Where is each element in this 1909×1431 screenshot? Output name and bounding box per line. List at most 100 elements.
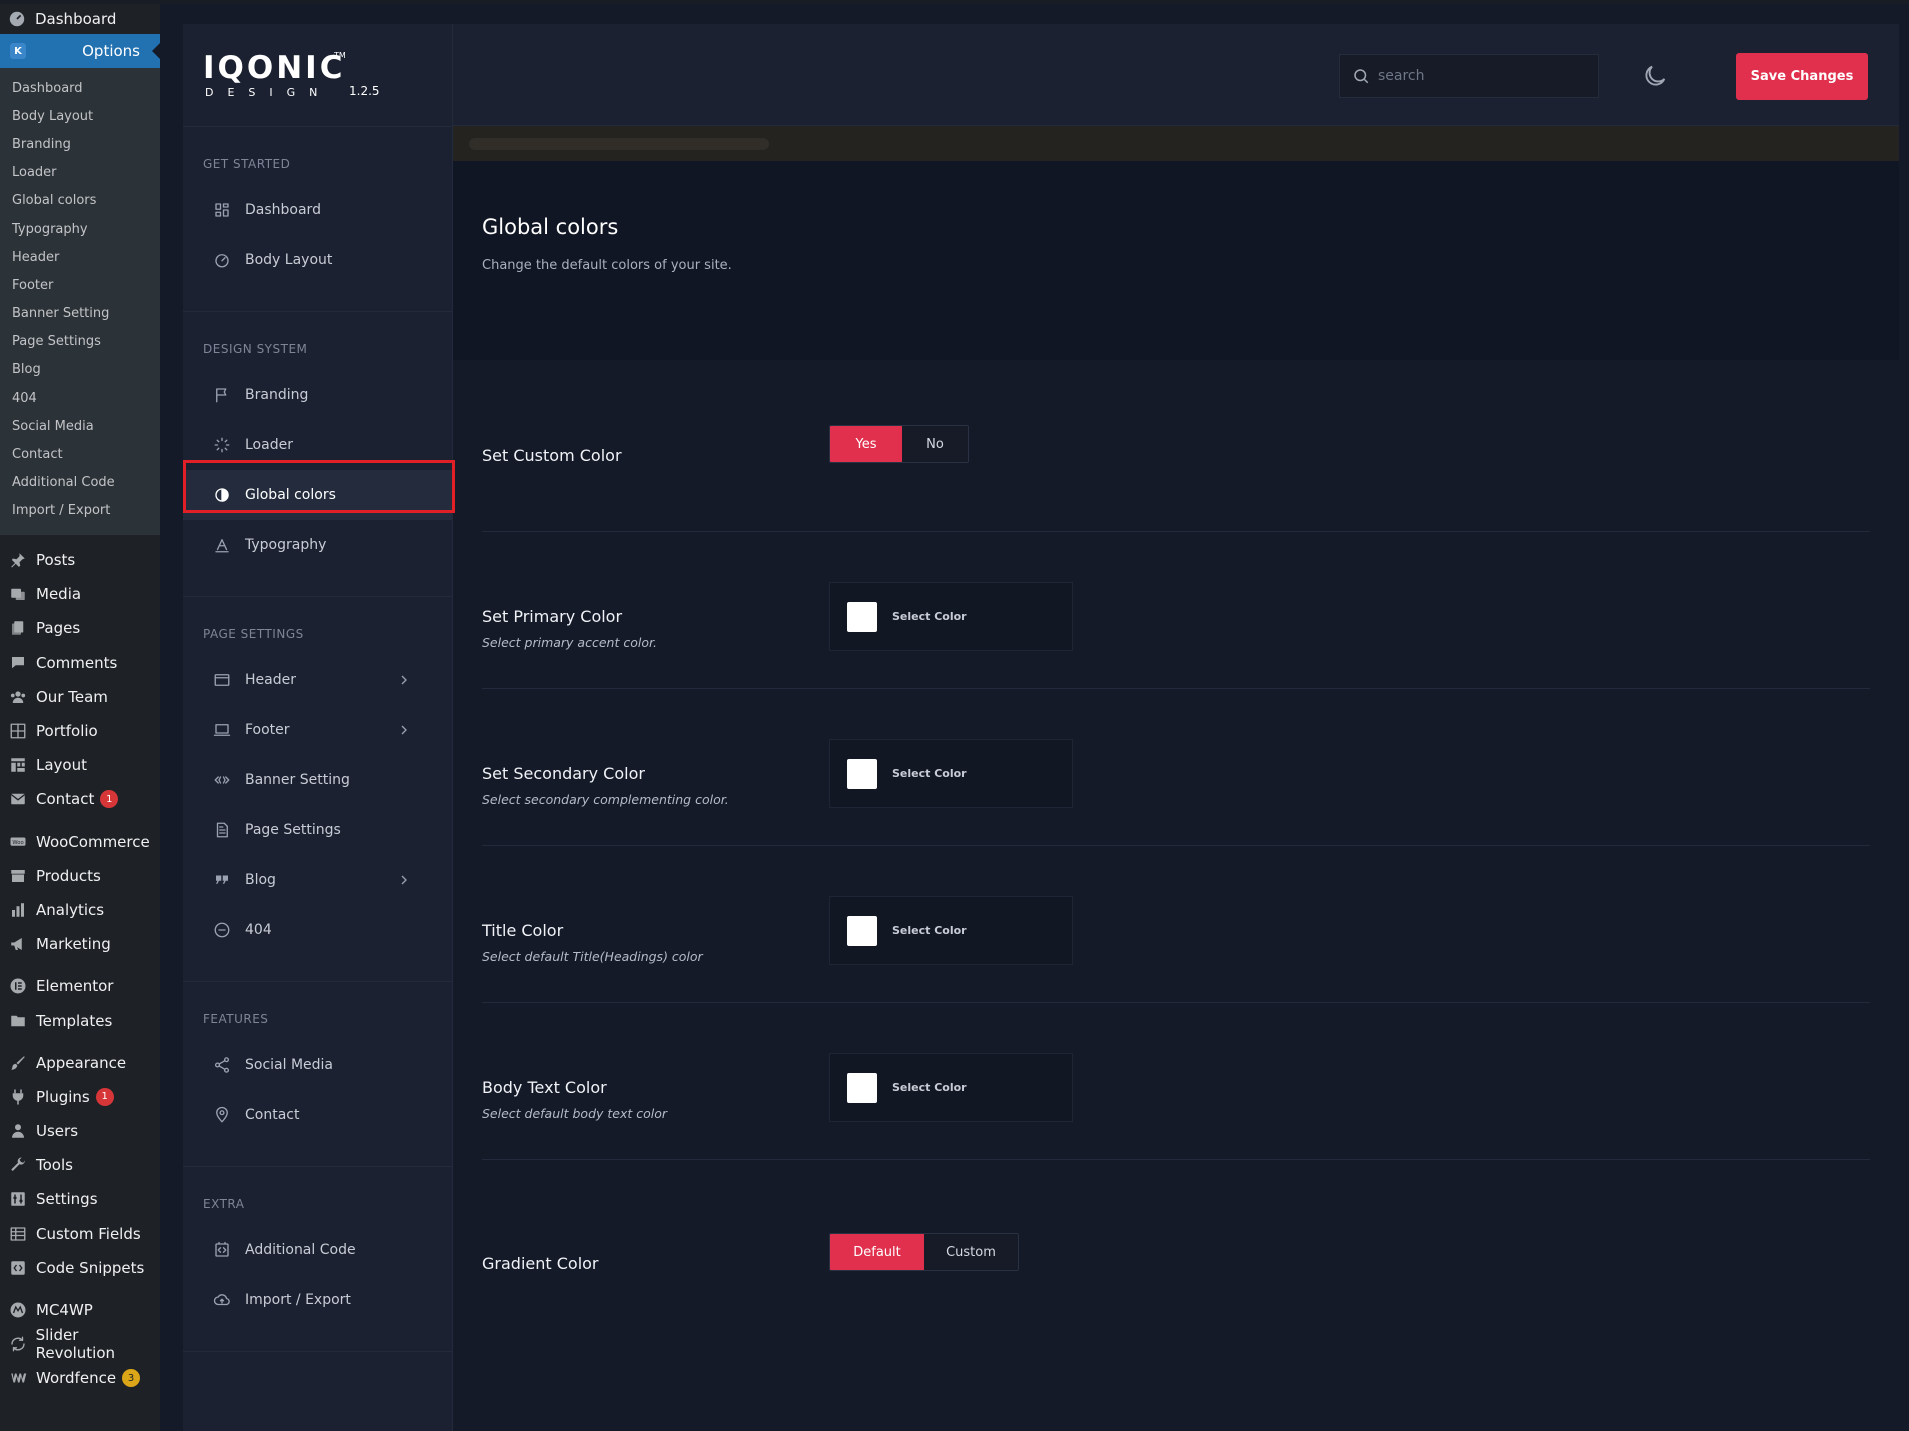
save-changes-button[interactable]: Save Changes [1736, 53, 1868, 100]
toggle-default-button[interactable]: Default [830, 1234, 924, 1270]
wp-menu-item[interactable]: Slider Revolution [0, 1326, 160, 1362]
color-swatch[interactable] [847, 601, 877, 632]
wp-submenu-item[interactable]: Banner Setting [0, 300, 160, 328]
wp-menu-item[interactable]: Woo WooCommerce [0, 825, 160, 859]
nav-item-import-export[interactable]: Import / Export [183, 1275, 452, 1325]
blurred-notice [469, 138, 769, 150]
nav-item-branding[interactable]: Branding [183, 370, 452, 420]
setting-row-color: Title Color Select default Title(Heading… [482, 846, 1870, 1003]
wp-menu-label: Tools [36, 1156, 73, 1175]
toggle-no-button[interactable]: No [902, 426, 968, 462]
code-brackets-icon [213, 771, 231, 789]
nav-item-page-settings[interactable]: Page Settings [183, 805, 452, 855]
user-icon [8, 1121, 28, 1141]
wp-menu-label: Templates [36, 1011, 113, 1030]
media-icon [8, 584, 28, 604]
wp-submenu-item[interactable]: Global colors [0, 187, 160, 215]
wp-submenu-item[interactable]: Import / Export [0, 497, 160, 525]
nav-section: FEATURES Social Media Contact [183, 982, 452, 1167]
wp-menu-item[interactable]: Appearance [0, 1046, 160, 1080]
wp-menu-label: Layout [36, 756, 87, 775]
gauge-icon [213, 251, 231, 269]
chevron-right-icon[interactable] [396, 722, 412, 738]
nav-item-additional-code[interactable]: Additional Code [183, 1225, 452, 1275]
wp-menu-item[interactable]: Tools [0, 1148, 160, 1182]
wp-submenu-item[interactable]: Header [0, 243, 160, 271]
wp-submenu-item[interactable]: Loader [0, 159, 160, 187]
wp-menu-item[interactable]: Layout [0, 748, 160, 782]
wp-menu-item[interactable]: Users [0, 1114, 160, 1148]
nav-section: DESIGN SYSTEM Branding Loader Global colors… [183, 312, 452, 597]
moon-icon[interactable] [1641, 62, 1669, 90]
nav-item-header[interactable]: Header [183, 655, 452, 705]
nav-item-global-colors[interactable]: Global colors [183, 470, 452, 520]
color-swatch[interactable] [847, 758, 877, 789]
wp-menu-label: Appearance [36, 1053, 127, 1072]
wp-submenu-item[interactable]: Contact [0, 440, 160, 468]
pin-icon [8, 550, 28, 570]
search-input[interactable] [1378, 68, 1578, 84]
nav-item-dashboard[interactable]: Dashboard [183, 185, 452, 235]
color-swatch[interactable] [847, 915, 877, 946]
share-icon [213, 1056, 231, 1074]
nav-item-social-media[interactable]: Social Media [183, 1040, 452, 1090]
wp-menu-item[interactable]: Comments [0, 646, 160, 680]
select-color-button[interactable]: Select Color [892, 767, 967, 780]
color-picker[interactable]: Select Color [829, 896, 1073, 965]
search-box [1339, 54, 1599, 98]
toggle-custom-button[interactable]: Custom [924, 1234, 1018, 1270]
nav-item-banner-setting[interactable]: Banner Setting [183, 755, 452, 805]
wp-submenu-item[interactable]: Social Media [0, 412, 160, 440]
wp-menu-dashboard[interactable]: Dashboard [0, 4, 160, 34]
nav-item-body-layout[interactable]: Body Layout [183, 235, 452, 285]
toggle-yes-button[interactable]: Yes [830, 426, 902, 462]
wp-submenu-item[interactable]: Footer [0, 271, 160, 299]
color-swatch[interactable] [847, 1072, 877, 1103]
wp-menu-item[interactable]: Custom Fields [0, 1217, 160, 1251]
wp-submenu-item[interactable]: Dashboard [0, 74, 160, 102]
nav-item-blog[interactable]: Blog [183, 855, 452, 905]
wp-menu-item[interactable]: Elementor [0, 969, 160, 1003]
nav-item-label: Footer [245, 722, 290, 738]
select-color-button[interactable]: Select Color [892, 924, 967, 937]
wp-menu-item[interactable]: MC4WP [0, 1293, 160, 1327]
wp-menu-options[interactable]: K Options [0, 34, 160, 68]
wp-submenu-item[interactable]: Additional Code [0, 469, 160, 497]
wp-menu-item[interactable]: Analytics [0, 893, 160, 927]
wp-menu-item[interactable]: Posts [0, 543, 160, 577]
wp-menu-item[interactable]: Portfolio [0, 714, 160, 748]
select-color-button[interactable]: Select Color [892, 610, 967, 623]
chevron-right-icon[interactable] [396, 872, 412, 888]
grid-icon [213, 201, 231, 219]
wp-menu-item[interactable]: Plugins 1 [0, 1080, 160, 1114]
color-picker[interactable]: Select Color [829, 1053, 1073, 1122]
wp-menu-item[interactable]: Our Team [0, 680, 160, 714]
wp-submenu-item[interactable]: Typography [0, 215, 160, 243]
wp-menu-item[interactable]: Wordfence 3 [0, 1361, 160, 1395]
nav-item-404[interactable]: 404 [183, 905, 452, 955]
nav-item-loader[interactable]: Loader [183, 420, 452, 470]
nav-item-typography[interactable]: Typography [183, 520, 452, 570]
select-color-button[interactable]: Select Color [892, 1081, 967, 1094]
wp-menu-item[interactable]: Marketing [0, 927, 160, 961]
wp-submenu-item[interactable]: 404 [0, 384, 160, 412]
wp-menu-item[interactable]: Templates [0, 1003, 160, 1037]
chevron-right-icon[interactable] [396, 672, 412, 688]
wp-submenu-item[interactable]: Branding [0, 130, 160, 158]
setting-label: Gradient Color [482, 1254, 599, 1273]
wp-menu-item[interactable]: Products [0, 859, 160, 893]
wp-submenu-item[interactable]: Page Settings [0, 328, 160, 356]
wp-menu-item[interactable]: Settings [0, 1182, 160, 1216]
wp-menu-item[interactable]: Contact 1 [0, 782, 160, 816]
wp-menu-label: Wordfence [36, 1369, 117, 1388]
wp-menu-item[interactable]: Media [0, 577, 160, 611]
nav-item-footer[interactable]: Footer [183, 705, 452, 755]
color-picker[interactable]: Select Color [829, 739, 1073, 808]
wp-menu-item[interactable]: Code Snippets [0, 1251, 160, 1285]
setting-description: Select default Title(Headings) color [482, 949, 703, 964]
wp-submenu-item[interactable]: Body Layout [0, 102, 160, 130]
wp-submenu-item[interactable]: Blog [0, 356, 160, 384]
wp-menu-item[interactable]: Pages [0, 611, 160, 645]
nav-item-contact[interactable]: Contact [183, 1090, 452, 1140]
color-picker[interactable]: Select Color [829, 582, 1073, 651]
